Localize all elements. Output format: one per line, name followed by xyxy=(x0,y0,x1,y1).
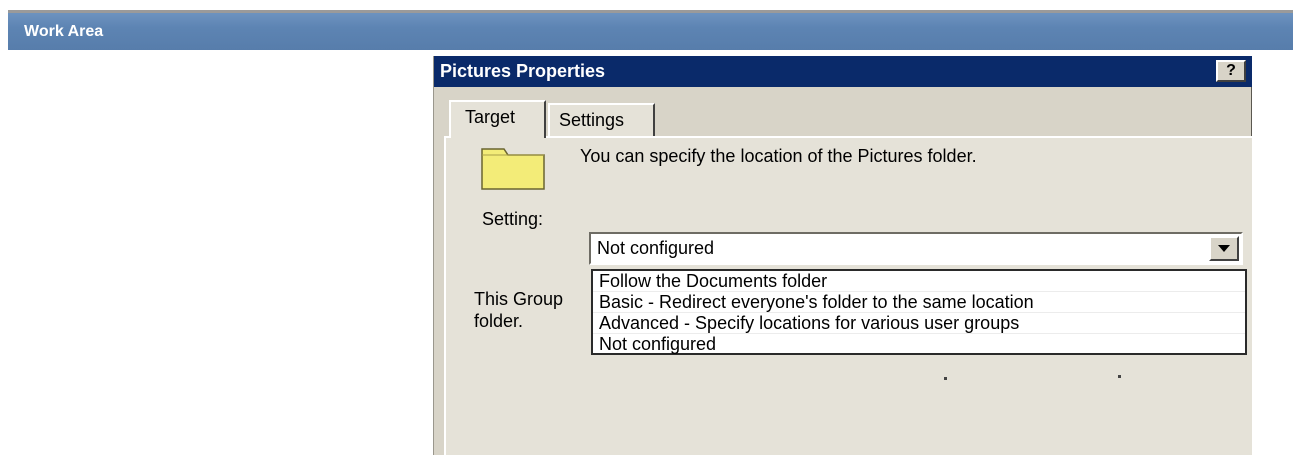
work-area-header: Work Area xyxy=(8,10,1293,50)
help-button[interactable]: ? xyxy=(1216,60,1246,82)
setting-label: Setting: xyxy=(482,209,544,229)
setting-select-value: Not configured xyxy=(597,238,715,258)
option-advanced[interactable]: Advanced - Specify locations for various… xyxy=(593,313,1245,334)
option-not-configured[interactable]: Not configured xyxy=(593,334,1245,355)
tab-target[interactable]: Target xyxy=(449,100,546,138)
tab-settings-label: Settings xyxy=(559,110,625,130)
help-icon: ? xyxy=(1226,62,1236,79)
dialog-title: Pictures Properties xyxy=(440,61,606,81)
option-basic-redirect[interactable]: Basic - Redirect everyone's folder to th… xyxy=(593,292,1245,313)
setting-description-line2: folder. xyxy=(474,311,524,331)
dialog-titlebar[interactable]: Pictures Properties ? xyxy=(434,56,1252,87)
decorative-dot xyxy=(944,377,947,380)
setting-options-list: Follow the Documents folder Basic - Redi… xyxy=(591,269,1247,355)
pictures-properties-dialog: Pictures Properties ? Target Settings Yo… xyxy=(433,56,1252,455)
setting-select[interactable]: Not configured xyxy=(589,232,1243,265)
intro-text: You can specify the location of the Pict… xyxy=(580,146,977,166)
tab-settings[interactable]: Settings xyxy=(548,103,655,136)
work-area-title: Work Area xyxy=(24,23,104,40)
setting-description-line1: This Group xyxy=(474,289,564,309)
tab-target-label: Target xyxy=(465,107,516,127)
option-follow-documents[interactable]: Follow the Documents folder xyxy=(593,271,1245,292)
decorative-dot xyxy=(1118,375,1121,378)
folder-icon xyxy=(481,148,545,190)
setting-dropdown-button[interactable] xyxy=(1209,236,1239,261)
chevron-down-icon xyxy=(1218,245,1230,252)
